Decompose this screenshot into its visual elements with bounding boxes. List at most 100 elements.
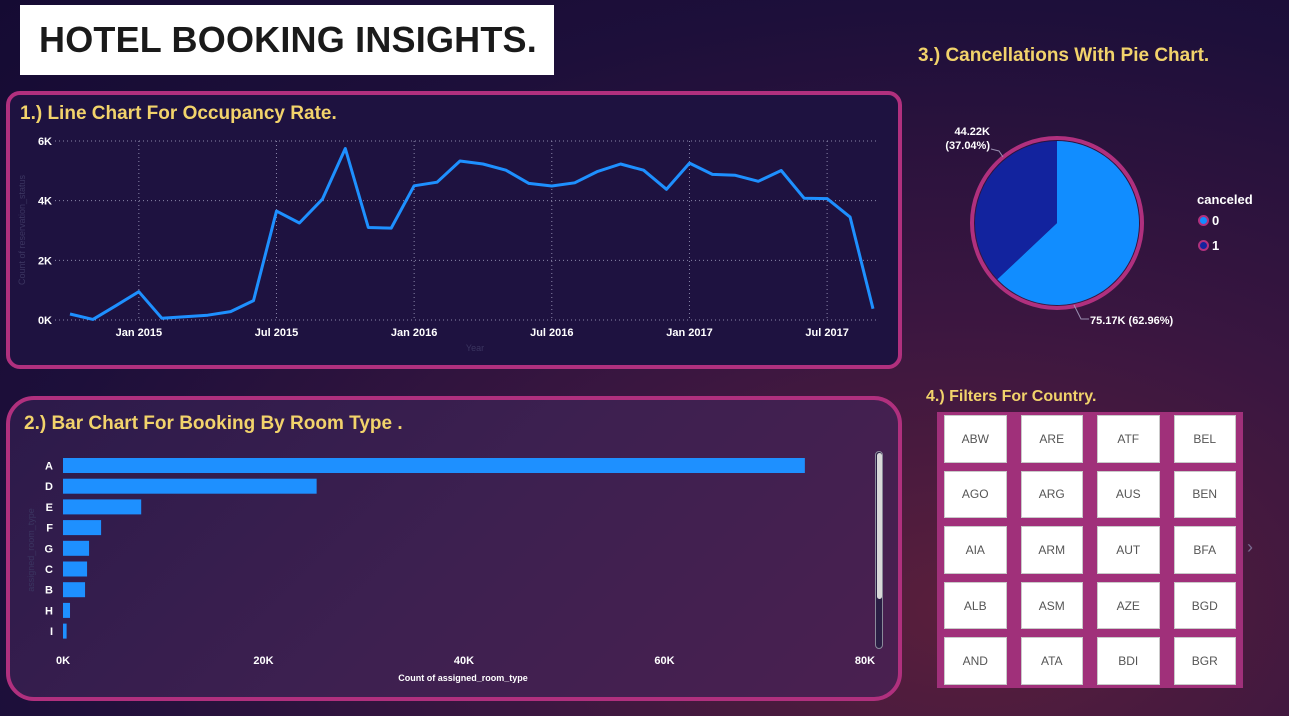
country-filter-aze[interactable]: AZE: [1097, 581, 1160, 630]
country-filter-arm[interactable]: ARM: [1020, 526, 1083, 574]
dashboard-title-box: HOTEL BOOKING INSIGHTS.: [20, 5, 554, 75]
line-data-point[interactable]: [550, 184, 554, 188]
line-data-point[interactable]: [756, 179, 760, 183]
country-filter-bfa[interactable]: BFA: [1173, 526, 1236, 574]
line-data-point[interactable]: [481, 162, 485, 166]
line-data-point[interactable]: [802, 196, 806, 200]
bar-G[interactable]: [63, 540, 90, 556]
line-data-point[interactable]: [710, 172, 714, 176]
x-tick-label: 60K: [654, 655, 674, 667]
line-data-point[interactable]: [412, 184, 416, 188]
country-filter-bel[interactable]: BEL: [1173, 415, 1236, 463]
bar-C[interactable]: [63, 561, 88, 577]
legend-item-0[interactable]: 0: [1198, 213, 1219, 228]
line-data-point[interactable]: [114, 304, 118, 308]
bar-category-label: B: [45, 585, 53, 597]
line-data-point[interactable]: [297, 221, 301, 225]
bar-D[interactable]: [63, 478, 317, 494]
country-filter-bgr[interactable]: BGR: [1173, 637, 1236, 685]
line-data-point[interactable]: [733, 173, 737, 177]
bar-H[interactable]: [63, 602, 71, 618]
line-data-point[interactable]: [343, 146, 347, 150]
country-filter-are[interactable]: ARE: [1020, 415, 1083, 463]
country-filter-abw[interactable]: ABW: [944, 415, 1007, 463]
legend-dot-1: [1198, 240, 1209, 251]
country-filter-and[interactable]: AND: [944, 637, 1007, 685]
bar-E[interactable]: [63, 499, 142, 515]
line-data-point[interactable]: [68, 312, 72, 316]
x-tick-label: Jan 2015: [116, 327, 162, 339]
line-data-point[interactable]: [435, 180, 439, 184]
legend-item-1[interactable]: 1: [1198, 238, 1219, 253]
pie-leader-line: [990, 148, 1004, 158]
line-data-point[interactable]: [665, 187, 669, 191]
line-data-point[interactable]: [596, 169, 600, 173]
legend-dot-0: [1198, 215, 1209, 226]
x-tick-label: Jul 2016: [530, 327, 573, 339]
country-filter-aus[interactable]: AUS: [1097, 470, 1160, 519]
line-data-point[interactable]: [527, 181, 531, 185]
line-data-point[interactable]: [504, 168, 508, 172]
y-tick-label: 4K: [38, 196, 52, 208]
bar-category-label: C: [45, 564, 53, 576]
country-filter-asm[interactable]: ASM: [1020, 581, 1083, 630]
country-filter-aia[interactable]: AIA: [944, 526, 1007, 574]
line-data-point[interactable]: [871, 307, 875, 311]
bar-category-label: E: [46, 502, 53, 514]
bar-category-label: F: [46, 523, 53, 535]
y-tick-label: 0K: [38, 315, 52, 327]
bar-B[interactable]: [63, 582, 86, 598]
y-tick-label: 6K: [38, 136, 52, 148]
line-data-point[interactable]: [229, 310, 233, 314]
country-filter-ago[interactable]: AGO: [944, 470, 1007, 519]
line-data-point[interactable]: [252, 299, 256, 303]
x-axis-title: Count of assigned_room_type: [398, 673, 528, 683]
bar-chart-scrollbar[interactable]: [875, 451, 883, 649]
line-data-point[interactable]: [389, 226, 393, 230]
scrollbar-thumb[interactable]: [877, 453, 882, 599]
bar-F[interactable]: [63, 520, 102, 536]
legend-label-0: 0: [1212, 213, 1220, 228]
line-chart: 0K 2K 4K 6K Jan 2015 Jul 2015 Jan 2016 Jul 2016…: [17, 136, 878, 353]
line-data-point[interactable]: [183, 315, 187, 319]
x-tick-label: 80K: [855, 655, 875, 667]
country-filter-ben[interactable]: BEN: [1173, 470, 1236, 519]
line-data-point[interactable]: [687, 161, 691, 165]
x-tick-label: Jan 2016: [391, 327, 437, 339]
line-data-point[interactable]: [642, 168, 646, 172]
country-filter-aut[interactable]: AUT: [1097, 526, 1160, 574]
line-chart-heading: 1.) Line Chart For Occupancy Rate.: [20, 103, 337, 124]
bar-category-label: D: [45, 481, 53, 493]
dashboard-title: HOTEL BOOKING INSIGHTS.: [39, 19, 537, 60]
country-filter-ata[interactable]: ATA: [1020, 637, 1083, 685]
bar-chart-heading: 2.) Bar Chart For Booking By Room Type .: [24, 413, 403, 434]
line-data-point[interactable]: [619, 162, 623, 166]
bar-category-label: G: [44, 543, 53, 555]
country-filter-alb[interactable]: ALB: [944, 581, 1007, 630]
chevron-right-icon[interactable]: ›: [1247, 537, 1253, 558]
line-data-point[interactable]: [458, 159, 462, 163]
line-data-point[interactable]: [91, 317, 95, 321]
country-filter-grid: ABW ARE ATF BEL AGO ARG AUS BEN AIA ARM AUT BFA ALB A…: [937, 412, 1243, 688]
line-data-point[interactable]: [320, 197, 324, 201]
line-data-point[interactable]: [206, 313, 210, 317]
pie-label-1-value: 44.22K: [955, 126, 991, 138]
country-filter-arg[interactable]: ARG: [1020, 470, 1083, 519]
line-data-point[interactable]: [779, 169, 783, 173]
country-filter-bdi[interactable]: BDI: [1097, 637, 1160, 685]
line-data-point[interactable]: [825, 197, 829, 201]
country-filter-atf[interactable]: ATF: [1097, 415, 1160, 463]
occupancy-series-line[interactable]: [69, 147, 875, 321]
bar-category-label: H: [45, 605, 53, 617]
y-axis-title: assigned_room_type: [26, 508, 36, 592]
y-axis-title: Count of reservation_status: [17, 174, 27, 285]
country-filter-bgd[interactable]: BGD: [1173, 581, 1236, 630]
line-data-point[interactable]: [366, 226, 370, 230]
line-data-point[interactable]: [573, 181, 577, 185]
line-data-point[interactable]: [137, 290, 141, 294]
line-data-point[interactable]: [274, 209, 278, 213]
line-data-point[interactable]: [160, 316, 164, 320]
bar-A[interactable]: [63, 458, 805, 473]
bar-I[interactable]: [63, 623, 67, 639]
line-data-point[interactable]: [848, 215, 852, 219]
